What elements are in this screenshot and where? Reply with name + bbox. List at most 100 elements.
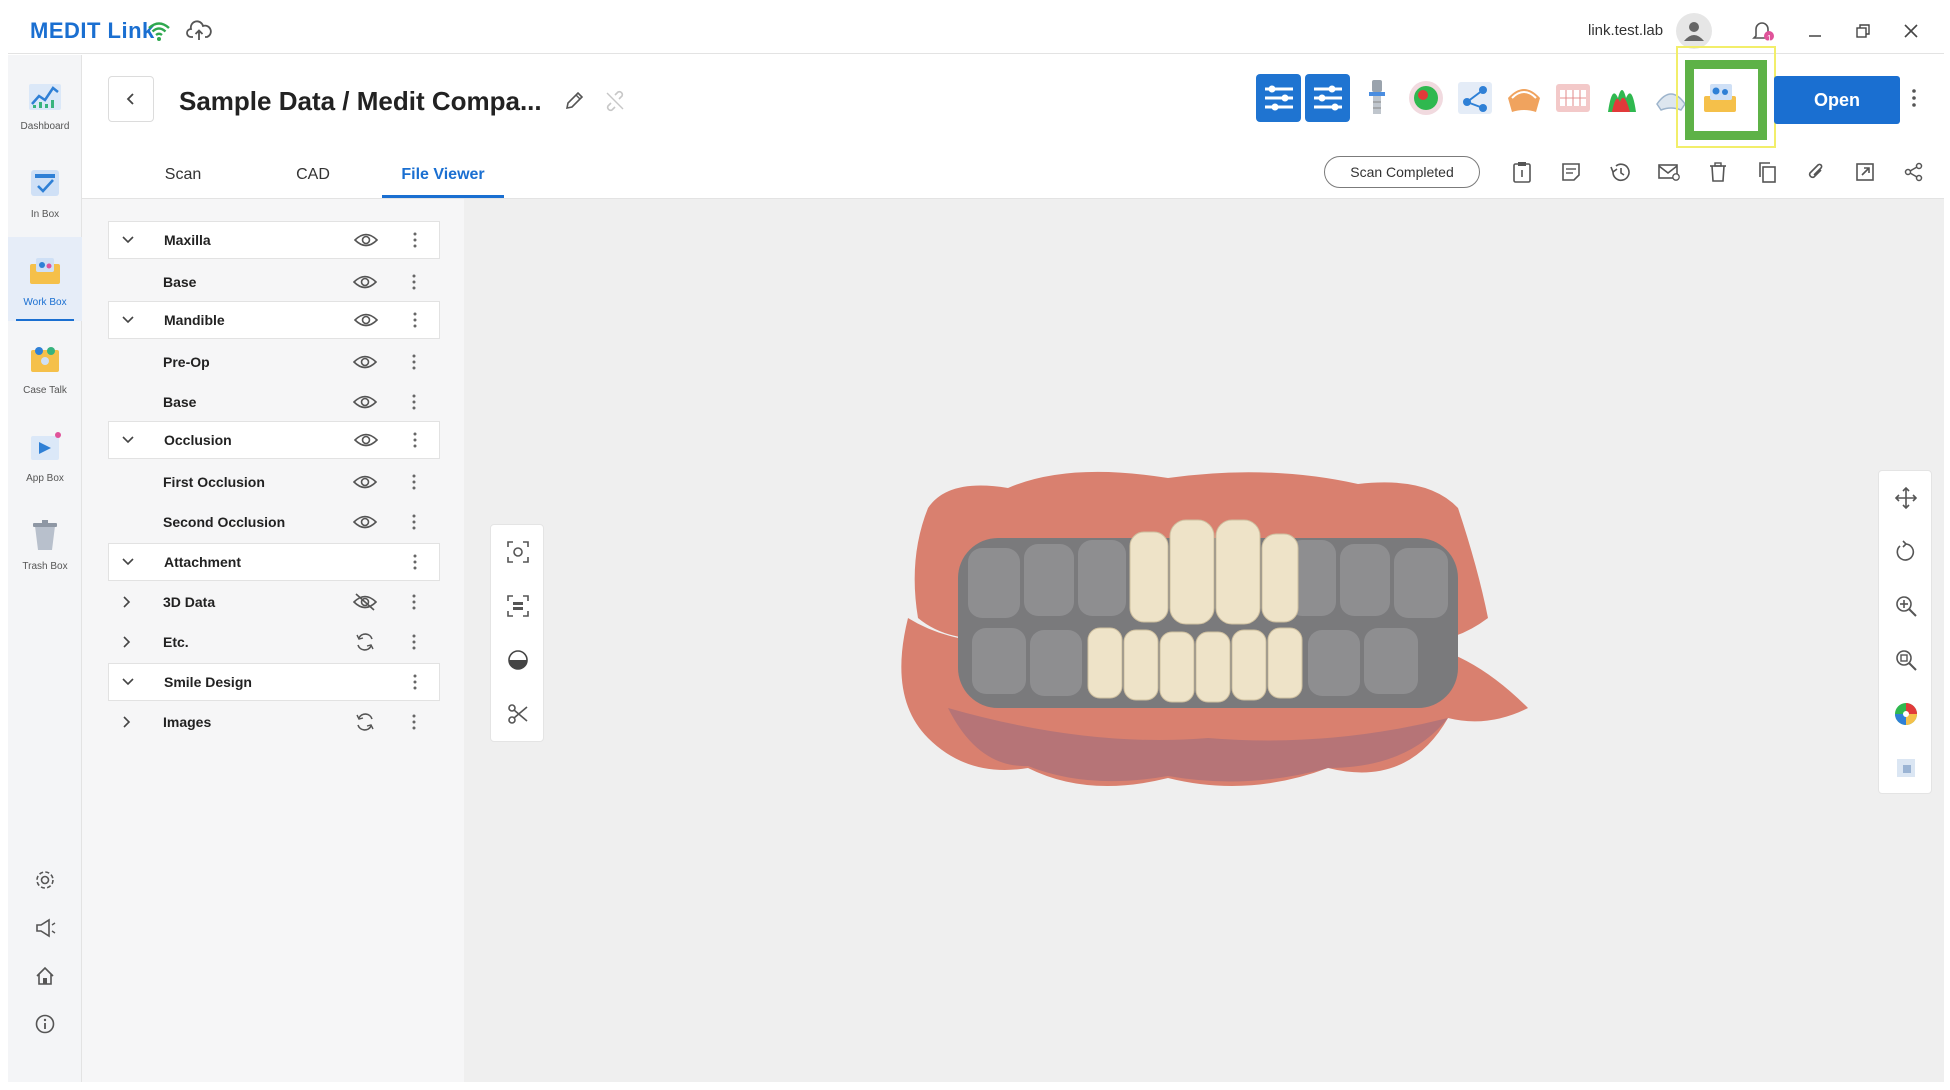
tree-group-attachment[interactable]: Attachment: [108, 543, 440, 581]
tab-scan[interactable]: Scan: [118, 152, 248, 198]
half-view-icon[interactable]: [503, 645, 533, 675]
more-options-icon[interactable]: [407, 230, 423, 250]
cloud-upload-icon[interactable]: [186, 18, 212, 44]
eye-icon[interactable]: [352, 512, 378, 532]
tree-subgroup-etc[interactable]: Etc.: [108, 623, 440, 661]
nav-trashbox[interactable]: Trash Box: [8, 501, 82, 585]
scanbody-app-icon[interactable]: [1354, 74, 1399, 122]
nav-inbox[interactable]: In Box: [8, 149, 82, 233]
more-options-icon[interactable]: [1911, 88, 1917, 113]
workflow-app-icon[interactable]: [1452, 74, 1497, 122]
eye-hidden-icon[interactable]: [352, 592, 378, 612]
attachment-icon[interactable]: [1802, 158, 1830, 186]
minimize-icon[interactable]: [1800, 16, 1830, 46]
nav-casetalk[interactable]: Case Talk: [8, 325, 82, 409]
notification-bell-icon[interactable]: 1: [1750, 18, 1776, 44]
history-icon[interactable]: [1606, 158, 1634, 186]
eye-icon[interactable]: [353, 430, 379, 450]
tree-group-mandible[interactable]: Mandible: [108, 301, 440, 339]
tree-item-maxilla-base[interactable]: Base: [108, 263, 440, 301]
color-wheel-icon[interactable]: [1891, 699, 1921, 729]
chevron-down-icon[interactable]: [109, 316, 147, 324]
eye-icon[interactable]: [353, 310, 379, 330]
tree-subgroup-3d-data[interactable]: 3D Data: [108, 583, 440, 621]
more-options-icon[interactable]: [406, 272, 422, 292]
settings-icon[interactable]: [30, 865, 60, 895]
mail-icon[interactable]: [1655, 158, 1683, 186]
tree-subgroup-images[interactable]: Images: [108, 703, 440, 741]
fit-view-icon[interactable]: [503, 537, 533, 567]
tree-item-mandible-base[interactable]: Base: [108, 383, 440, 421]
note-icon[interactable]: [1557, 158, 1585, 186]
copy-icon[interactable]: [1753, 158, 1781, 186]
chevron-down-icon[interactable]: [109, 678, 147, 686]
chevron-right-icon[interactable]: [108, 716, 146, 728]
delete-icon[interactable]: [1704, 158, 1732, 186]
nav-dashboard[interactable]: Dashboard: [8, 61, 82, 145]
dental-3d-model[interactable]: [888, 468, 1528, 798]
more-options-icon[interactable]: [406, 392, 422, 412]
share-icon[interactable]: [1900, 158, 1928, 186]
nav-appbox[interactable]: App Box: [8, 413, 82, 497]
sync-icon[interactable]: [352, 632, 378, 652]
chevron-right-icon[interactable]: [108, 636, 146, 648]
unlink-icon[interactable]: [604, 90, 626, 117]
more-options-icon[interactable]: [406, 472, 422, 492]
chevron-down-icon[interactable]: [109, 236, 147, 244]
more-options-icon[interactable]: [407, 552, 423, 572]
tree-item-second-occlusion[interactable]: Second Occlusion: [108, 503, 440, 541]
close-icon[interactable]: [1896, 16, 1926, 46]
tree-group-smile-design[interactable]: Smile Design: [108, 663, 440, 701]
eye-icon[interactable]: [352, 472, 378, 492]
nav-workbox[interactable]: Work Box: [8, 237, 82, 321]
more-options-icon[interactable]: [406, 632, 422, 652]
chevron-right-icon[interactable]: [108, 596, 146, 608]
app-settings-1-icon[interactable]: [1256, 74, 1301, 122]
sync-icon[interactable]: [352, 712, 378, 732]
rotate-icon[interactable]: [1891, 537, 1921, 567]
scissors-icon[interactable]: [503, 699, 533, 729]
tab-cad[interactable]: CAD: [248, 152, 378, 198]
tab-file-viewer[interactable]: File Viewer: [378, 152, 508, 198]
eye-icon[interactable]: [353, 230, 379, 250]
app-settings-2-icon[interactable]: [1305, 74, 1350, 122]
status-badge[interactable]: Scan Completed: [1324, 156, 1480, 188]
open-button[interactable]: Open: [1774, 76, 1900, 124]
external-link-icon[interactable]: [1851, 158, 1879, 186]
occlusion-view-icon[interactable]: [503, 591, 533, 621]
chevron-down-icon[interactable]: [109, 558, 147, 566]
user-name[interactable]: link.test.lab: [1588, 22, 1663, 39]
back-button[interactable]: [108, 76, 154, 122]
texture-view-icon[interactable]: [1891, 753, 1921, 783]
pan-icon[interactable]: [1891, 483, 1921, 513]
more-options-icon[interactable]: [406, 352, 422, 372]
edit-pencil-icon[interactable]: [563, 90, 585, 117]
tree-group-occlusion[interactable]: Occlusion: [108, 421, 440, 459]
color-map-app-icon[interactable]: [1403, 74, 1448, 122]
more-options-icon[interactable]: [407, 310, 423, 330]
tree-item-pre-op[interactable]: Pre-Op: [108, 343, 440, 381]
eye-icon[interactable]: [352, 272, 378, 292]
more-options-icon[interactable]: [406, 712, 422, 732]
smile-design-app-icon[interactable]: [1550, 74, 1595, 122]
chevron-down-icon[interactable]: [109, 436, 147, 444]
info-icon[interactable]: [30, 1009, 60, 1039]
user-avatar-icon[interactable]: [1676, 13, 1712, 49]
clipboard-icon[interactable]: [1508, 158, 1536, 186]
more-options-icon[interactable]: [407, 430, 423, 450]
announcement-icon[interactable]: [30, 913, 60, 943]
model-builder-app-icon[interactable]: [1501, 74, 1546, 122]
tree-group-maxilla[interactable]: Maxilla: [108, 221, 440, 259]
more-options-icon[interactable]: [406, 592, 422, 612]
tree-item-first-occlusion[interactable]: First Occlusion: [108, 463, 440, 501]
zoom-in-icon[interactable]: [1891, 591, 1921, 621]
more-options-icon[interactable]: [406, 512, 422, 532]
restore-icon[interactable]: [1848, 16, 1878, 46]
eye-icon[interactable]: [352, 352, 378, 372]
deviation-app-icon[interactable]: [1599, 74, 1644, 122]
zoom-region-icon[interactable]: [1891, 645, 1921, 675]
eye-icon[interactable]: [352, 392, 378, 412]
home-icon[interactable]: [30, 961, 60, 991]
wifi-icon[interactable]: [146, 18, 172, 44]
more-options-icon[interactable]: [407, 672, 423, 692]
